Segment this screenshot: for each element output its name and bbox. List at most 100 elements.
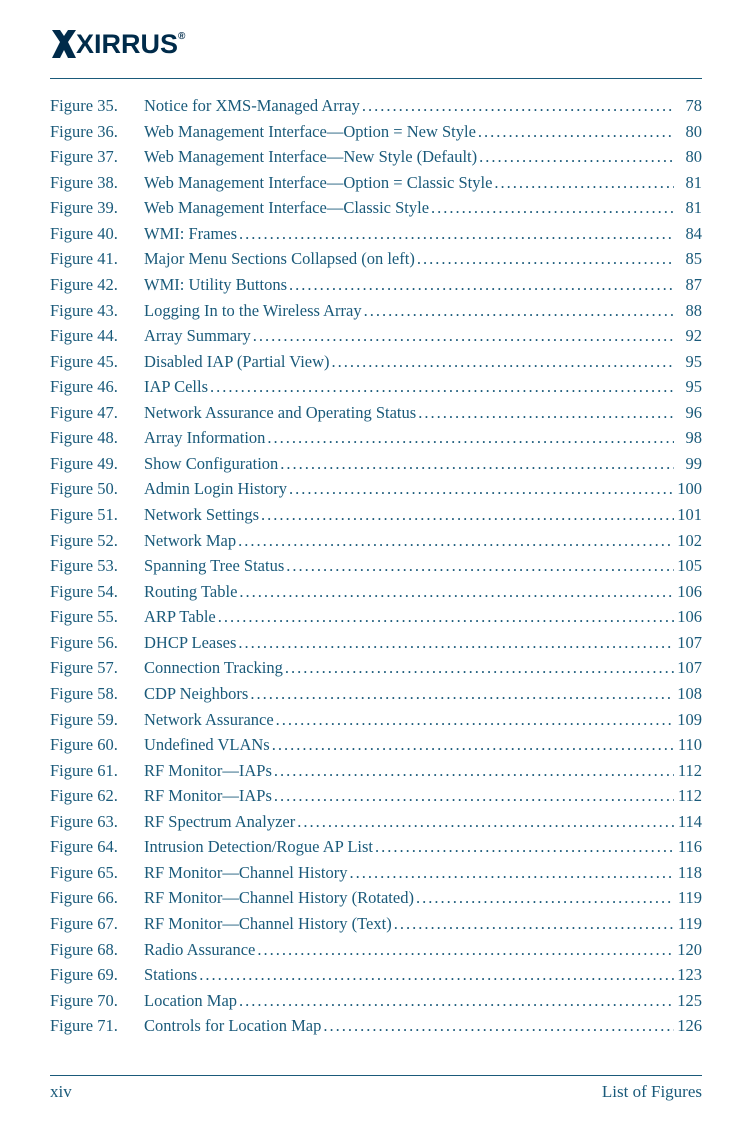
toc-entry-title: Location Map	[144, 988, 237, 1014]
toc-leader-dots	[330, 349, 674, 375]
toc-leader-dots	[373, 834, 674, 860]
toc-entry-label: Figure 36.	[50, 119, 144, 145]
toc-entry-page: 112	[674, 783, 702, 809]
brand-logo: XIRRUS®	[50, 28, 702, 60]
toc-entry-title: Disabled IAP (Partial View)	[144, 349, 330, 375]
logo-icon	[50, 28, 78, 60]
toc-leader-dots	[283, 655, 674, 681]
toc-leader-dots	[270, 732, 674, 758]
toc-entry-page: 88	[674, 298, 702, 324]
toc-entry-page: 98	[674, 425, 702, 451]
toc-entry-label: Figure 42.	[50, 272, 144, 298]
toc-entry: Figure 66.RF Monitor—Channel History (Ro…	[50, 885, 702, 911]
toc-entry-page: 106	[674, 604, 702, 630]
toc-entry-title: Routing Table	[144, 579, 237, 605]
toc-entry-page: 110	[674, 732, 702, 758]
toc-entry-label: Figure 45.	[50, 349, 144, 375]
toc-entry: Figure 56.DHCP Leases107	[50, 630, 702, 656]
toc-leader-dots	[477, 144, 674, 170]
toc-entry-label: Figure 43.	[50, 298, 144, 324]
toc-entry-page: 106	[674, 579, 702, 605]
toc-entry: Figure 36.Web Management Interface—Optio…	[50, 119, 702, 145]
toc-entry-label: Figure 70.	[50, 988, 144, 1014]
toc-entry-label: Figure 62.	[50, 783, 144, 809]
toc-entry: Figure 65.RF Monitor—Channel History118	[50, 860, 702, 886]
toc-entry-page: 80	[674, 119, 702, 145]
toc-entry-label: Figure 44.	[50, 323, 144, 349]
toc-entry-label: Figure 67.	[50, 911, 144, 937]
toc-leader-dots	[414, 885, 674, 911]
toc-entry-page: 118	[674, 860, 702, 886]
toc-entry: Figure 46.IAP Cells95	[50, 374, 702, 400]
toc-entry: Figure 41.Major Menu Sections Collapsed …	[50, 246, 702, 272]
toc-entry-page: 92	[674, 323, 702, 349]
toc-leader-dots	[236, 528, 674, 554]
toc-entry-page: 101	[674, 502, 702, 528]
toc-entry: Figure 61.RF Monitor—IAPs112	[50, 758, 702, 784]
toc-entry-page: 96	[674, 400, 702, 426]
toc-entry-title: Web Management Interface—New Style (Defa…	[144, 144, 477, 170]
toc-entry-page: 107	[674, 630, 702, 656]
toc-entry-label: Figure 55.	[50, 604, 144, 630]
footer-divider	[50, 1075, 702, 1076]
toc-entry-page: 108	[674, 681, 702, 707]
toc-entry-title: ARP Table	[144, 604, 216, 630]
toc-entry-label: Figure 46.	[50, 374, 144, 400]
list-of-figures: Figure 35.Notice for XMS-Managed Array78…	[50, 93, 702, 1039]
toc-entry-title: Show Configuration	[144, 451, 278, 477]
toc-entry: Figure 58.CDP Neighbors108	[50, 681, 702, 707]
toc-entry-page: 87	[674, 272, 702, 298]
toc-entry: Figure 37.Web Management Interface—New S…	[50, 144, 702, 170]
toc-entry: Figure 60.Undefined VLANs110	[50, 732, 702, 758]
toc-entry-title: Array Summary	[144, 323, 251, 349]
toc-entry: Figure 70.Location Map 125	[50, 988, 702, 1014]
toc-entry: Figure 39.Web Management Interface—Class…	[50, 195, 702, 221]
toc-entry-page: 112	[674, 758, 702, 784]
section-title: List of Figures	[602, 1082, 702, 1102]
toc-entry-page: 100	[674, 476, 702, 502]
toc-leader-dots	[362, 298, 674, 324]
toc-entry-label: Figure 47.	[50, 400, 144, 426]
toc-entry-title: IAP Cells	[144, 374, 208, 400]
toc-leader-dots	[287, 272, 674, 298]
toc-entry: Figure 44.Array Summary 92	[50, 323, 702, 349]
toc-leader-dots	[429, 195, 674, 221]
toc-entry-title: Network Assurance	[144, 707, 274, 733]
toc-entry-page: 119	[674, 911, 702, 937]
toc-entry: Figure 45.Disabled IAP (Partial View)95	[50, 349, 702, 375]
toc-entry: Figure 42.WMI: Utility Buttons87	[50, 272, 702, 298]
toc-leader-dots	[255, 937, 674, 963]
toc-entry-title: Array Information	[144, 425, 265, 451]
toc-entry: Figure 57.Connection Tracking107	[50, 655, 702, 681]
toc-entry: Figure 52.Network Map102	[50, 528, 702, 554]
toc-entry: Figure 35.Notice for XMS-Managed Array78	[50, 93, 702, 119]
toc-entry-label: Figure 48.	[50, 425, 144, 451]
toc-entry: Figure 40.WMI: Frames84	[50, 221, 702, 247]
toc-entry-label: Figure 51.	[50, 502, 144, 528]
toc-entry-title: RF Monitor—Channel History (Text)	[144, 911, 392, 937]
toc-leader-dots	[259, 502, 674, 528]
toc-entry: Figure 59.Network Assurance109	[50, 707, 702, 733]
toc-entry: Figure 68.Radio Assurance120	[50, 937, 702, 963]
toc-entry-page: 123	[674, 962, 702, 988]
toc-entry-page: 125	[674, 988, 702, 1014]
toc-entry: Figure 67.RF Monitor—Channel History (Te…	[50, 911, 702, 937]
toc-entry: Figure 53.Spanning Tree Status105	[50, 553, 702, 579]
toc-entry-page: 116	[674, 834, 702, 860]
toc-entry: Figure 63.RF Spectrum Analyzer114	[50, 809, 702, 835]
toc-entry-label: Figure 69.	[50, 962, 144, 988]
toc-leader-dots	[272, 783, 674, 809]
toc-leader-dots	[321, 1013, 674, 1039]
page-footer: xiv List of Figures	[50, 1075, 702, 1102]
toc-leader-dots	[265, 425, 674, 451]
toc-leader-dots	[360, 93, 674, 119]
toc-entry-title: Spanning Tree Status	[144, 553, 284, 579]
toc-entry-label: Figure 64.	[50, 834, 144, 860]
toc-entry-label: Figure 71.	[50, 1013, 144, 1039]
toc-entry-page: 78	[674, 93, 702, 119]
toc-leader-dots	[274, 707, 674, 733]
toc-entry-page: 107	[674, 655, 702, 681]
toc-entry-page: 120	[674, 937, 702, 963]
toc-entry-label: Figure 41.	[50, 246, 144, 272]
toc-entry: Figure 51.Network Settings101	[50, 502, 702, 528]
